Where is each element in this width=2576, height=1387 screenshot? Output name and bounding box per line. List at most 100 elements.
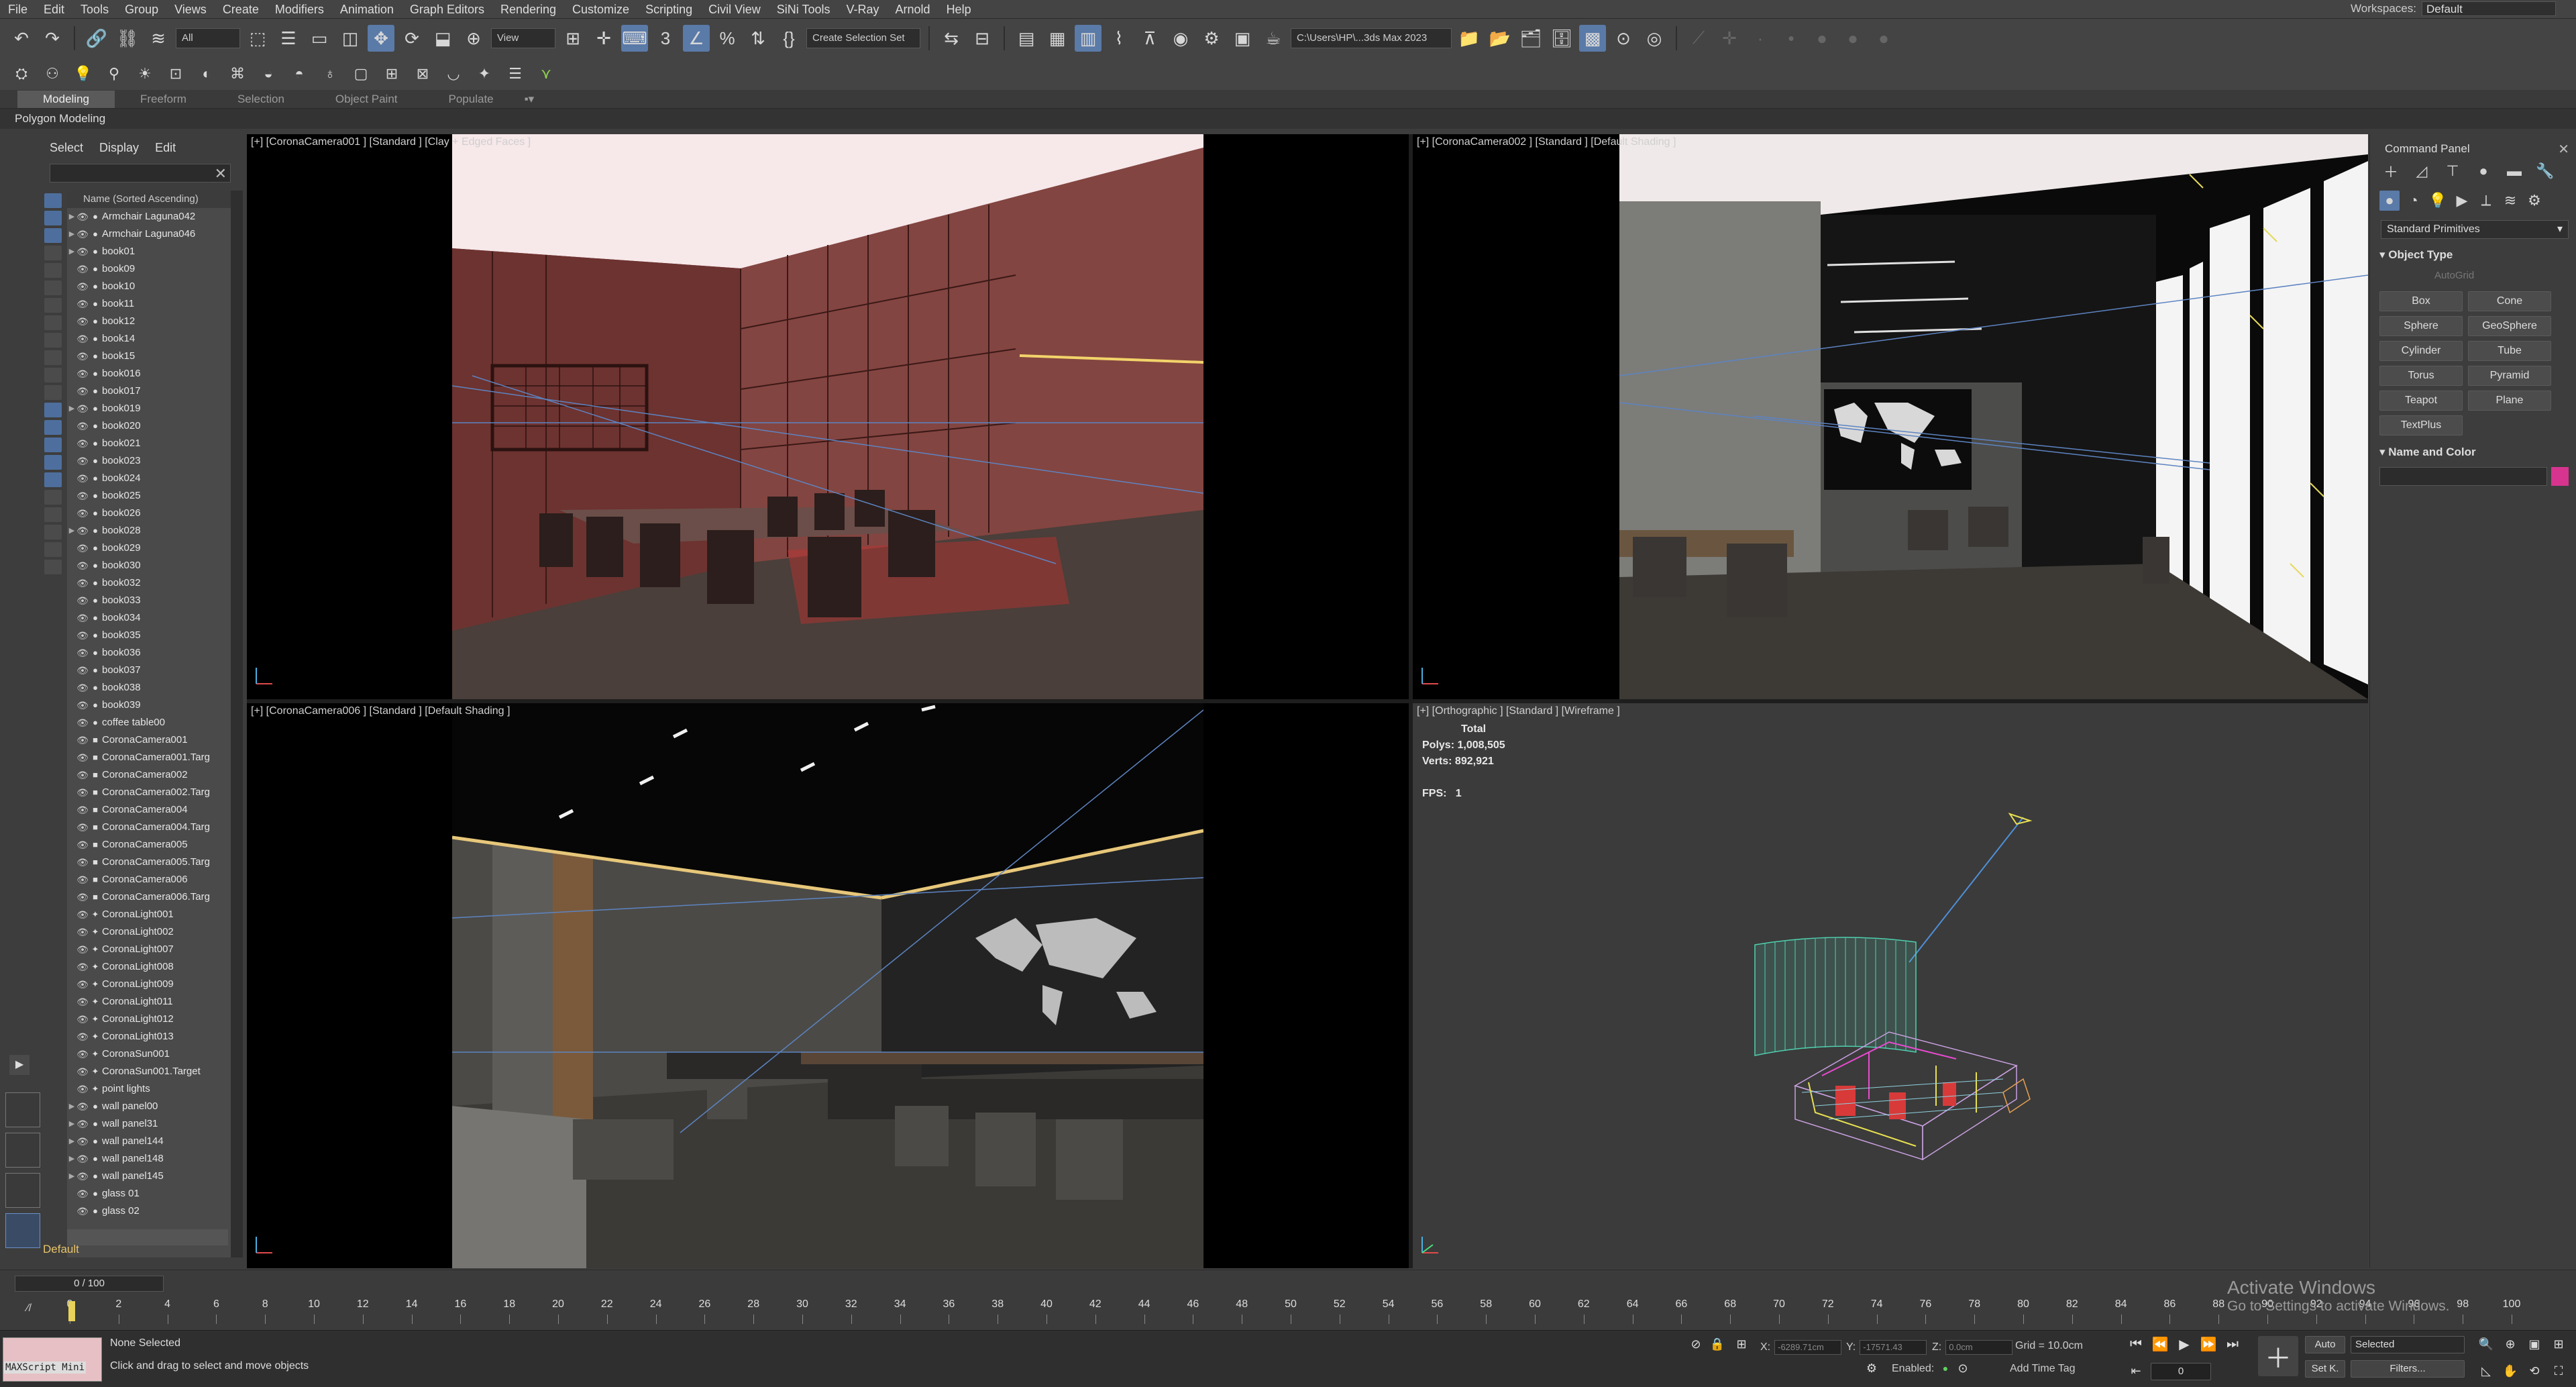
list-item[interactable]: 👁 ✦ CoronaLight009 <box>67 976 240 993</box>
visibility-eye-icon[interactable]: 👁 <box>76 260 89 278</box>
list-item[interactable]: 👁 ● book039 <box>67 697 240 714</box>
visibility-eye-icon[interactable]: 👁 <box>76 766 89 784</box>
list-item[interactable]: 👁 ■ CoronaCamera004.Targ <box>67 819 240 836</box>
archive-icon[interactable]: 🗄 <box>1548 25 1575 52</box>
tab-freeform[interactable]: Freeform <box>115 91 212 108</box>
primitive-button-sphere[interactable]: Sphere <box>2379 316 2463 336</box>
fur-icon[interactable]: ⌘ <box>224 60 251 87</box>
vray-lights-icon[interactable]: ⊙ <box>1610 25 1637 52</box>
list-item[interactable]: 👁 ● book023 <box>67 452 240 470</box>
visibility-eye-icon[interactable]: 👁 <box>76 993 89 1011</box>
camera-target-icon[interactable]: ⚲ <box>101 60 127 87</box>
visibility-eye-icon[interactable]: 👁 <box>76 540 89 557</box>
visibility-eye-icon[interactable]: 👁 <box>76 1063 89 1080</box>
schematic-view-icon[interactable]: ⊼ <box>1136 25 1163 52</box>
list-item[interactable]: 👁 ● book026 <box>67 505 240 522</box>
disabled-tool-icon[interactable]: ⟋ <box>1685 25 1712 52</box>
visibility-eye-icon[interactable]: 👁 <box>76 295 89 313</box>
list-item[interactable]: 👁 ✦ CoronaLight007 <box>67 941 240 958</box>
visibility-eye-icon[interactable]: 👁 <box>76 522 89 540</box>
list-item[interactable]: 👁 ● book021 <box>67 435 240 452</box>
rendered-frame-icon[interactable]: ▣ <box>1229 25 1256 52</box>
list-item[interactable]: ▶ 👁 ● book019 <box>67 400 240 417</box>
list-item[interactable]: 👁 ● book032 <box>67 574 240 592</box>
expand-arrow-icon[interactable]: ▶ <box>67 522 76 540</box>
list-item[interactable]: 👁 ✦ CoronaLight008 <box>67 958 240 976</box>
render-icon[interactable]: ◒ <box>255 60 282 87</box>
list-item[interactable]: ▶ 👁 ● Armchair Laguna042 <box>67 208 240 225</box>
zoom-extents-all-icon[interactable]: ⊞ <box>2545 1331 2572 1357</box>
visibility-eye-icon[interactable]: 👁 <box>76 557 89 574</box>
visibility-eye-icon[interactable]: 👁 <box>76 1045 89 1063</box>
visibility-eye-icon[interactable]: 👁 <box>76 574 89 592</box>
explorer-filter-icon[interactable] <box>44 472 62 487</box>
visibility-eye-icon[interactable]: 👁 <box>76 452 89 470</box>
disabled-tool-icon[interactable]: ● <box>1809 25 1835 52</box>
viewport-label[interactable]: [+] [CoronaCamera002 ] [Standard ] [Defa… <box>1417 136 1676 148</box>
viewport-orthographic[interactable]: [+] [Orthographic ] [Standard ] [Wirefra… <box>1413 703 2368 1268</box>
menu-scripting[interactable]: Scripting <box>637 0 700 19</box>
vray-settings-icon[interactable]: ◎ <box>1641 25 1668 52</box>
render-setup-icon[interactable]: ⚙ <box>1198 25 1225 52</box>
cameras-icon[interactable]: ▶ <box>2452 191 2472 211</box>
visibility-eye-icon[interactable]: 👁 <box>76 1133 89 1150</box>
visibility-eye-icon[interactable]: 👁 <box>76 400 89 417</box>
visibility-eye-icon[interactable]: 👁 <box>76 505 89 522</box>
hierarchy-tab-icon[interactable]: ⊤ <box>2441 161 2464 181</box>
visibility-eye-icon[interactable]: 👁 <box>76 609 89 627</box>
ribbon-options-icon[interactable]: ▪▾ <box>519 91 540 108</box>
primitive-button-textplus[interactable]: TextPlus <box>2379 415 2463 435</box>
expand-arrow-icon[interactable]: ▶ <box>67 400 76 417</box>
menu-arnold[interactable]: Arnold <box>888 0 938 19</box>
explorer-filter-icon[interactable] <box>44 560 62 574</box>
menu-customize[interactable]: Customize <box>564 0 637 19</box>
create-tab-icon[interactable]: ＋ <box>2379 161 2402 181</box>
keyboard-shortcut-icon[interactable]: ⌨ <box>621 25 648 52</box>
auto-key-button[interactable]: Auto <box>2305 1336 2345 1353</box>
systems-icon[interactable]: ⚙ <box>2524 191 2544 211</box>
zoom-icon[interactable]: 🔍 <box>2473 1331 2500 1357</box>
curve-editor-icon[interactable]: ⌇ <box>1106 25 1132 52</box>
go-to-end-icon[interactable]: ⏭ <box>2219 1331 2246 1357</box>
percent-snap-icon[interactable]: % <box>714 25 741 52</box>
menu-help[interactable]: Help <box>938 0 979 19</box>
primitive-button-plane[interactable]: Plane <box>2468 391 2551 411</box>
select-object-icon[interactable]: ⬚ <box>244 25 271 52</box>
sun-icon[interactable]: ☀ <box>131 60 158 87</box>
visibility-eye-icon[interactable]: 👁 <box>76 731 89 749</box>
spinner-snap-icon[interactable]: ⇅ <box>745 25 771 52</box>
list-item[interactable]: 👁 ● book029 <box>67 540 240 557</box>
list-item[interactable]: 👁 ● book033 <box>67 592 240 609</box>
angle-snap-icon[interactable]: ∠ <box>683 25 710 52</box>
visibility-eye-icon[interactable]: 👁 <box>76 1202 89 1220</box>
explorer-filter-icon[interactable] <box>44 350 62 365</box>
visibility-eye-icon[interactable]: 👁 <box>76 313 89 330</box>
visibility-eye-icon[interactable]: 👁 <box>76 749 89 766</box>
time-tag-icon[interactable]: ⊙ <box>1949 1355 1976 1382</box>
visibility-eye-icon[interactable]: 👁 <box>76 644 89 662</box>
expand-icon[interactable]: ⋎ <box>533 60 559 87</box>
move-icon[interactable]: ✥ <box>368 25 394 52</box>
explorer-filter-icon[interactable] <box>44 438 62 452</box>
list-item[interactable]: 👁 ■ CoronaCamera006 <box>67 871 240 888</box>
primitive-button-cone[interactable]: Cone <box>2468 291 2551 311</box>
list-item[interactable]: 👁 ✦ CoronaSun001 <box>67 1045 240 1063</box>
list-item[interactable]: 👁 ■ CoronaCamera006.Targ <box>67 888 240 906</box>
visibility-eye-icon[interactable]: 👁 <box>76 1115 89 1133</box>
disabled-tool-icon[interactable]: · <box>1747 25 1774 52</box>
visibility-eye-icon[interactable]: 👁 <box>76 679 89 697</box>
viewport-label[interactable]: [+] [CoronaCamera006 ] [Standard ] [Defa… <box>251 705 510 717</box>
pan-icon[interactable]: ✋ <box>2497 1357 2524 1384</box>
current-frame-field[interactable]: 0 <box>2151 1363 2211 1380</box>
viewport-camera002[interactable]: [+] [CoronaCamera002 ] [Standard ] [Defa… <box>1413 134 2368 699</box>
visibility-eye-icon[interactable]: 👁 <box>76 435 89 452</box>
play-icon[interactable]: ▶ <box>2171 1331 2198 1357</box>
lights-icon[interactable]: 💡 <box>2428 191 2448 211</box>
lock-selection-icon[interactable]: 🔒 <box>1704 1331 1731 1357</box>
scale-icon[interactable]: ⬓ <box>429 25 456 52</box>
visibility-eye-icon[interactable]: 👁 <box>76 697 89 714</box>
coord-x-field[interactable]: -6289.71cm <box>1774 1340 1842 1355</box>
explorer-filter-icon[interactable] <box>44 298 62 313</box>
list-item[interactable]: 👁 ● glass 02 <box>67 1202 240 1220</box>
list-item[interactable]: 👁 ● book15 <box>67 348 240 365</box>
